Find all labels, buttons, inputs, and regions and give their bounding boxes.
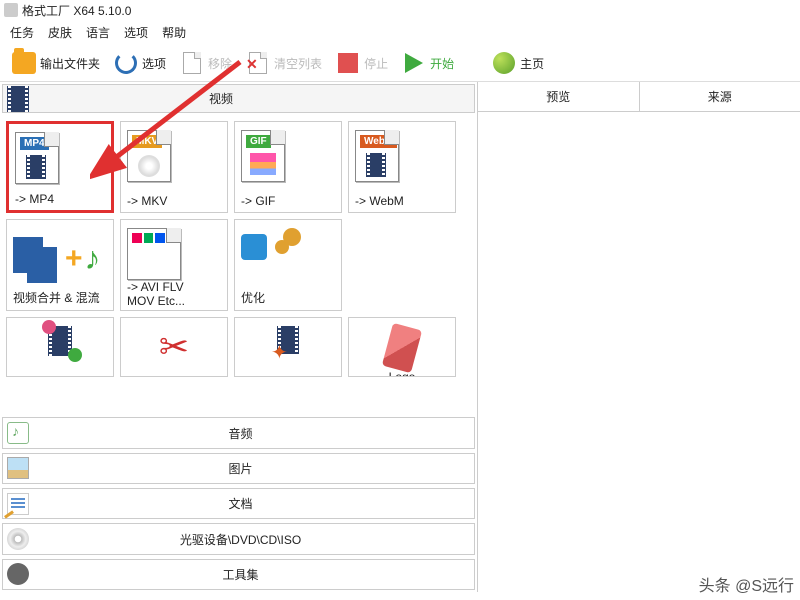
annotation-arrow — [90, 52, 250, 212]
category-optical[interactable]: 光驱设备\DVD\CD\ISO — [2, 523, 475, 554]
merge-icon — [13, 237, 63, 281]
tile-gif-label: -> GIF — [241, 194, 335, 208]
category-tools-label: 工具集 — [7, 566, 474, 583]
tile-avi[interactable]: -> AVI FLV MOV Etc... — [120, 219, 228, 311]
category-doc[interactable]: 文档 — [2, 488, 475, 519]
stop-label: 停止 — [364, 55, 388, 72]
tile-crop[interactable] — [6, 317, 114, 377]
scissors-icon: ✂ — [159, 326, 189, 368]
clearlist-label: 清空列表 — [274, 55, 322, 72]
left-panel: 视频 MP4 -> MP4 MKV -> MKV GIF -> GIF WebM — [0, 82, 478, 592]
tile-edit[interactable]: ✦ — [234, 317, 342, 377]
start-button[interactable]: 开始 — [398, 49, 458, 77]
menu-task[interactable]: 任务 — [10, 24, 34, 41]
category-picture[interactable]: 图片 — [2, 453, 475, 484]
film-icon — [7, 86, 29, 112]
tile-avi-label: -> AVI FLV MOV Etc... — [127, 280, 221, 308]
tile-gif[interactable]: GIF -> GIF — [234, 121, 342, 213]
home-button[interactable]: 主页 — [488, 49, 548, 77]
clearlist-button[interactable]: ✕ 清空列表 — [242, 49, 326, 77]
tile-merge-label: 视频合并 & 混流 — [13, 289, 107, 306]
optimize-icon — [241, 228, 295, 278]
folder-icon — [12, 52, 36, 74]
stop-button[interactable]: 停止 — [332, 49, 392, 77]
window-title: 格式工厂 X64 5.10.0 — [22, 2, 131, 19]
crop-icon — [48, 326, 72, 356]
eraser-icon — [382, 323, 422, 373]
right-header: 预览 来源 — [478, 82, 800, 112]
category-picture-label: 图片 — [7, 460, 474, 477]
start-label: 开始 — [430, 55, 454, 72]
tile-merge[interactable]: +♪ 视频合并 & 混流 — [6, 219, 114, 311]
category-audio[interactable]: 音频 — [2, 417, 475, 448]
clearlist-icon: ✕ — [249, 52, 267, 74]
mp4-icon: MP4 — [15, 132, 59, 184]
edit-icon: ✦ — [277, 326, 299, 354]
category-optical-label: 光驱设备\DVD\CD\ISO — [7, 531, 474, 548]
menubar: 任务 皮肤 语言 选项 帮助 — [0, 20, 800, 45]
webm-icon: WebM — [355, 130, 399, 182]
menu-help[interactable]: 帮助 — [162, 24, 186, 41]
tile-webm[interactable]: WebM -> WebM — [348, 121, 456, 213]
category-audio-label: 音频 — [7, 425, 474, 442]
avi-icon — [127, 228, 181, 280]
music-note-icon — [7, 422, 29, 444]
home-label: 主页 — [520, 55, 544, 72]
right-panel: 预览 来源 — [478, 82, 800, 592]
tile-optimize[interactable]: 优化 — [234, 219, 342, 311]
tile-cut[interactable]: ✂ — [120, 317, 228, 377]
col-preview[interactable]: 预览 — [478, 82, 640, 111]
menu-option[interactable]: 选项 — [124, 24, 148, 41]
webm-badge: WebM — [360, 135, 397, 148]
category-tools[interactable]: 工具集 — [2, 559, 475, 590]
menu-lang[interactable]: 语言 — [86, 24, 110, 41]
menu-skin[interactable]: 皮肤 — [48, 24, 72, 41]
stop-icon — [338, 53, 358, 73]
mp4-badge: MP4 — [20, 137, 49, 150]
tile-logo-label: Logo — [355, 370, 449, 377]
tile-webm-label: -> WebM — [355, 194, 449, 208]
tile-optimize-label: 优化 — [241, 289, 335, 306]
watermark: 头条 @S远行 — [699, 572, 794, 596]
category-doc-label: 文档 — [7, 495, 474, 512]
globe-icon — [493, 52, 515, 74]
app-icon — [4, 3, 18, 17]
tile-logo[interactable]: Logo — [348, 317, 456, 377]
titlebar: 格式工厂 X64 5.10.0 — [0, 0, 800, 20]
tile-blank — [348, 219, 456, 311]
col-source[interactable]: 来源 — [640, 82, 800, 111]
document-icon — [7, 493, 29, 515]
play-icon — [405, 53, 423, 73]
